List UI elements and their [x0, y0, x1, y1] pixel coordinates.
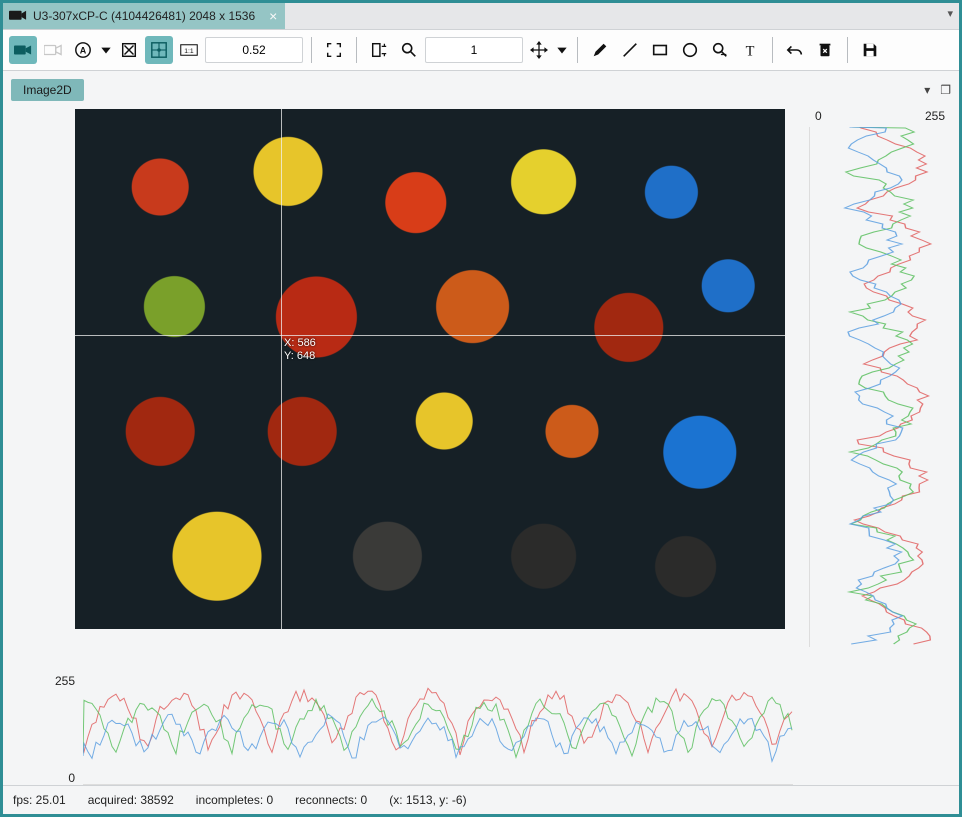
- save-button[interactable]: [856, 36, 884, 64]
- crosshair-y-label: Y: 648: [284, 350, 316, 363]
- camera-image: [75, 109, 785, 629]
- vertical-profile-panel: 0 255: [809, 109, 951, 666]
- crosshair-mode-button[interactable]: [145, 36, 173, 64]
- vprofile-min-label: 0: [815, 109, 822, 123]
- status-incompletes: incompletes: 0: [196, 793, 273, 807]
- content-area: Image2D ▾ ❐ X: 586 Y: 648 0 255: [3, 71, 959, 785]
- live-video-button[interactable]: [9, 36, 37, 64]
- crosshair-x-label: X: 586: [284, 337, 316, 350]
- line-tool-button[interactable]: [616, 36, 644, 64]
- crosshair-vertical: [281, 109, 282, 629]
- view-tabs: Image2D ▾ ❐: [11, 79, 951, 101]
- pan-dropdown[interactable]: [555, 36, 569, 64]
- pencil-tool-button[interactable]: [586, 36, 614, 64]
- svg-text:T: T: [746, 43, 755, 59]
- image2d-tab[interactable]: Image2D: [11, 79, 84, 101]
- status-fps: fps: 25.01: [13, 793, 66, 807]
- horizontal-profile-plot[interactable]: [83, 674, 793, 785]
- toolbar-separator-3: [577, 37, 578, 63]
- crosshair-horizontal: [75, 335, 785, 336]
- tab-menu-chevron[interactable]: ▾: [947, 7, 953, 20]
- main-row: X: 586 Y: 648 0 255: [11, 109, 951, 666]
- status-bar: fps: 25.01 acquired: 38592 incompletes: …: [3, 785, 959, 814]
- step-value-input[interactable]: 1: [425, 37, 523, 63]
- crosshair-coords: X: 586 Y: 648: [284, 337, 316, 363]
- clear-button[interactable]: [115, 36, 143, 64]
- status-cursor-pos: (x: 1513, y: -6): [389, 793, 466, 807]
- text-tool-button[interactable]: T: [736, 36, 764, 64]
- svg-text:1:1: 1:1: [184, 48, 194, 55]
- device-tab-label: U3-307xCP-C (4104426481) 2048 x 1536: [33, 9, 255, 23]
- device-tab[interactable]: U3-307xCP-C (4104426481) 2048 x 1536 ×: [3, 3, 285, 29]
- delete-button[interactable]: [811, 36, 839, 64]
- status-acquired: acquired: 38592: [88, 793, 174, 807]
- one-to-one-button[interactable]: 1:1: [175, 36, 203, 64]
- app-window: U3-307xCP-C (4104426481) 2048 x 1536 × ▾…: [0, 0, 962, 817]
- auto-mode-button[interactable]: A: [69, 36, 97, 64]
- view-menu-chevron[interactable]: ▾: [924, 83, 930, 97]
- toolbar-separator-2: [356, 37, 357, 63]
- rectangle-tool-button[interactable]: [646, 36, 674, 64]
- vertical-profile-plot[interactable]: [809, 127, 951, 647]
- status-reconnects: reconnects: 0: [295, 793, 367, 807]
- detach-view-icon[interactable]: ❐: [940, 83, 951, 97]
- pan-tool-button[interactable]: [525, 36, 553, 64]
- zoom-tool-button[interactable]: [395, 36, 423, 64]
- zoom-value-input[interactable]: 0.52: [205, 37, 303, 63]
- fit-screen-button[interactable]: [320, 36, 348, 64]
- main-toolbar: A 1:1 0.52 1: [3, 30, 959, 71]
- hprofile-max-label: 255: [55, 674, 75, 688]
- horizontal-profile-row: 255 0: [11, 674, 951, 785]
- pause-video-button[interactable]: [39, 36, 67, 64]
- vprofile-max-label: 255: [925, 109, 945, 123]
- camera-icon: [9, 9, 27, 23]
- toolbar-separator-1: [311, 37, 312, 63]
- image-viewport[interactable]: X: 586 Y: 648: [75, 109, 785, 629]
- magnifier-tool-button[interactable]: [706, 36, 734, 64]
- toolbar-separator-5: [847, 37, 848, 63]
- toolbar-separator-4: [772, 37, 773, 63]
- close-tab-icon[interactable]: ×: [269, 8, 277, 24]
- hprofile-min-label: 0: [68, 771, 75, 785]
- circle-tool-button[interactable]: [676, 36, 704, 64]
- svg-text:A: A: [80, 46, 87, 56]
- title-bar: U3-307xCP-C (4104426481) 2048 x 1536 × ▾: [3, 3, 959, 30]
- undo-button[interactable]: [781, 36, 809, 64]
- auto-mode-dropdown[interactable]: [99, 36, 113, 64]
- roi-button[interactable]: [365, 36, 393, 64]
